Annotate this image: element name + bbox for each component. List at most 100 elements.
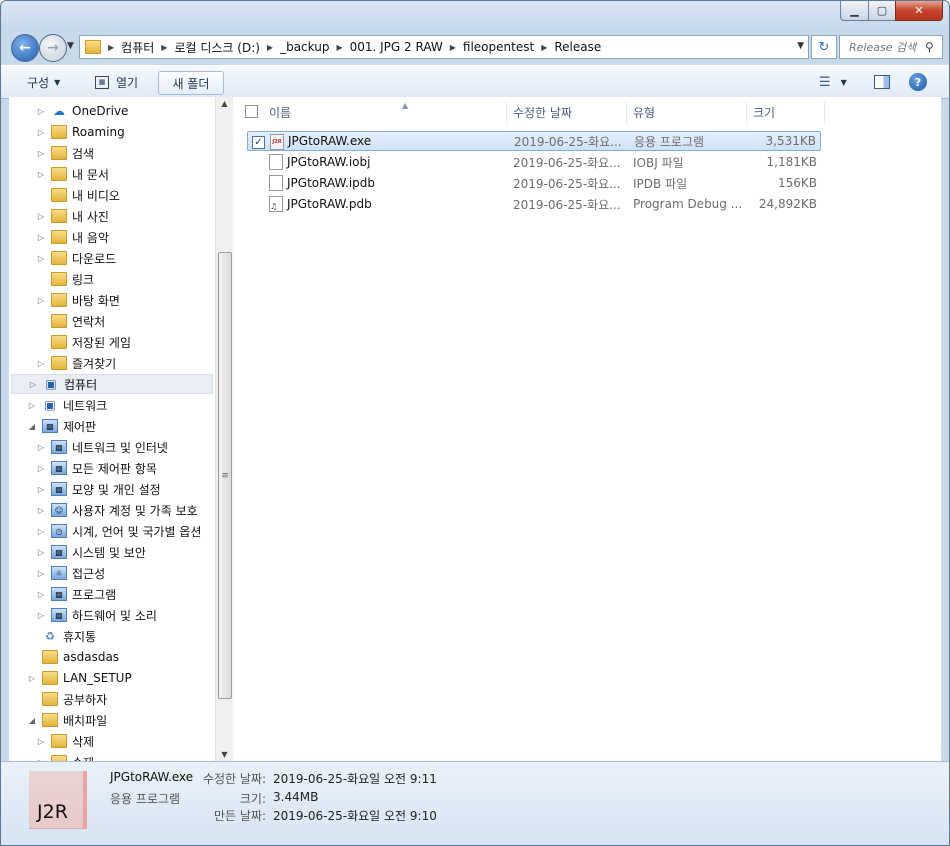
file-list[interactable]: 이름 ▲ 수정한 날짜 유형 크기 ✓ J2R JPGtoRAW.exe 2019-0…: [233, 97, 941, 761]
column-header-type[interactable]: 유형: [627, 101, 747, 123]
breadcrumb-arrow-icon[interactable]: ▶: [329, 43, 349, 52]
file-row[interactable]: ✓ J2R JPGtoRAW.exe 2019-06-25-화요... 응용 프로그램 3…: [247, 131, 821, 151]
sidebar-item[interactable]: ▷수제: [36, 752, 94, 761]
sidebar-item[interactable]: ▷ 다운로드: [36, 248, 116, 268]
sidebar-item[interactable]: ▷ 삭제: [36, 731, 94, 751]
address-history-dropdown[interactable]: ▼: [797, 41, 804, 51]
file-row[interactable]: JPGtoRAW.ipdb 2019-06-25-화요... IPDB 파일 156K…: [247, 173, 821, 193]
expand-arrow-icon[interactable]: ▷: [36, 296, 46, 305]
sidebar-item[interactable]: ▷ 바탕 화면: [36, 290, 120, 310]
sidebar-item[interactable]: ▷ 검색: [36, 143, 94, 163]
column-header-modified[interactable]: 수정한 날짜: [507, 101, 627, 123]
refresh-button[interactable]: ↻: [811, 35, 837, 59]
sidebar-item[interactable]: ▷ 내 사진: [36, 206, 109, 226]
expand-arrow-icon[interactable]: ▷: [36, 611, 46, 620]
breadcrumb-local-disk[interactable]: 로컬 디스크 (D:): [174, 36, 259, 58]
expand-arrow-icon[interactable]: ▷: [36, 590, 46, 599]
sidebar-item[interactable]: ◢ 배치파일: [27, 710, 107, 730]
expand-arrow-icon[interactable]: ▷: [36, 128, 46, 137]
expand-arrow-icon[interactable]: ▷: [36, 359, 46, 368]
sidebar-item[interactable]: ▷ 즐겨찾기: [36, 353, 116, 373]
breadcrumb-jpg2raw[interactable]: 001. JPG 2 RAW: [350, 36, 443, 58]
expand-arrow-icon[interactable]: ▷: [36, 485, 46, 494]
address-bar[interactable]: ▶ 컴퓨터 ▶ 로컬 디스크 (D:) ▶ _backup ▶ 001. JPG…: [79, 35, 809, 59]
expand-arrow-icon[interactable]: ▷: [36, 464, 46, 473]
expand-arrow-icon[interactable]: ▷: [36, 170, 46, 179]
scroll-down-icon[interactable]: ▼: [216, 750, 233, 759]
navigation-scrollbar[interactable]: ▲ ≡ ▼: [215, 97, 233, 761]
expand-arrow-icon[interactable]: ▷: [27, 674, 37, 683]
sidebar-item[interactable]: ♻ 휴지통: [27, 626, 96, 646]
sidebar-item[interactable]: ▷ ◷ 시계, 언어 및 국가별 옵션: [36, 521, 201, 541]
sidebar-item[interactable]: 공부하자: [27, 689, 107, 709]
sidebar-item[interactable]: ▷ ▩ 네트워크 및 인터넷: [36, 437, 168, 457]
breadcrumb-arrow-icon[interactable]: ▶: [101, 43, 121, 52]
breadcrumb-computer[interactable]: 컴퓨터: [121, 36, 154, 58]
close-button[interactable]: ✕: [895, 1, 943, 21]
sidebar-item[interactable]: ▷ ▣ 컴퓨터: [11, 374, 213, 394]
search-box[interactable]: ⚲: [839, 35, 943, 59]
breadcrumb-arrow-icon[interactable]: ▶: [443, 43, 463, 52]
row-checkbox[interactable]: ✓: [252, 136, 265, 149]
expand-arrow-icon[interactable]: ▷: [36, 737, 46, 746]
sidebar-item[interactable]: ▷ ☼ 접근성: [36, 563, 105, 583]
breadcrumb-release[interactable]: Release: [554, 36, 601, 58]
open-button[interactable]: ▦ 열기: [95, 71, 138, 93]
sidebar-item[interactable]: ▷ LAN_SETUP: [27, 668, 132, 688]
file-row[interactable]: ♫ JPGtoRAW.pdb 2019-06-25-화요... Program Deb…: [247, 194, 821, 214]
search-input[interactable]: [840, 40, 925, 54]
sidebar-item[interactable]: ▷ ▩ 프로그램: [36, 584, 116, 604]
sidebar-item[interactable]: ▷ ▩ 하드웨어 및 소리: [36, 605, 157, 625]
expand-arrow-icon[interactable]: ▷: [36, 212, 46, 221]
expand-arrow-icon[interactable]: ▷: [36, 149, 46, 158]
expand-arrow-icon[interactable]: ◢: [27, 716, 37, 725]
scroll-up-icon[interactable]: ▲: [216, 99, 233, 108]
sidebar-item[interactable]: ◢ ▩ 제어판: [27, 416, 96, 436]
file-row[interactable]: JPGtoRAW.iobj 2019-06-25-화요... IOBJ 파일 1,18…: [247, 152, 821, 172]
sidebar-item[interactable]: ▷ ▩ 모양 및 개인 설정: [36, 479, 161, 499]
change-view-button[interactable]: ☰ ▼: [819, 71, 847, 93]
navigation-pane[interactable]: ▷ ☁ OneDrive ▷ Roaming ▷ 검색 ▷ 내 문서 내 비디오 ▷ 내 사진 ▷ 내 음…: [9, 97, 215, 761]
sidebar-item[interactable]: 저장된 게임: [36, 332, 131, 352]
scrollbar-thumb[interactable]: ≡: [218, 252, 232, 699]
expand-arrow-icon[interactable]: ▷: [27, 401, 37, 410]
new-folder-button[interactable]: 새 폴더: [158, 71, 224, 95]
breadcrumb-arrow-icon[interactable]: ▶: [260, 43, 280, 52]
sidebar-item[interactable]: ▷ 내 음악: [36, 227, 109, 247]
organize-button[interactable]: 구성 ▼: [27, 71, 60, 93]
column-header-name[interactable]: 이름 ▲: [263, 101, 507, 123]
sidebar-item[interactable]: asdasdas: [27, 647, 119, 667]
column-header-size[interactable]: 크기: [747, 101, 825, 123]
expand-arrow-icon[interactable]: ▷: [36, 233, 46, 242]
sidebar-item[interactable]: 링크: [36, 269, 94, 289]
forward-button[interactable]: →: [39, 34, 67, 62]
sidebar-item[interactable]: ▷ ▩ 시스템 및 보안: [36, 542, 146, 562]
sidebar-item[interactable]: ▷ ▩ 모든 제어판 항목: [36, 458, 157, 478]
expand-arrow-icon[interactable]: ▷: [36, 107, 46, 116]
sidebar-item[interactable]: 연락처: [36, 311, 105, 331]
help-button[interactable]: ?: [909, 73, 927, 91]
expand-arrow-icon[interactable]: ▷: [36, 569, 46, 578]
breadcrumb-backup[interactable]: _backup: [280, 36, 329, 58]
maximize-button[interactable]: ▢: [868, 1, 896, 21]
select-all-checkbox[interactable]: [245, 105, 258, 118]
sidebar-item[interactable]: 내 비디오: [36, 185, 120, 205]
minimize-button[interactable]: ▁: [840, 1, 869, 21]
expand-arrow-icon[interactable]: ▷: [28, 380, 38, 389]
sidebar-item[interactable]: ▷ Roaming: [36, 122, 125, 142]
breadcrumb-fileopentest[interactable]: fileopentest: [463, 36, 534, 58]
sidebar-item[interactable]: ▷ ▣ 네트워크: [27, 395, 107, 415]
expand-arrow-icon[interactable]: ▷: [36, 527, 46, 536]
sidebar-item[interactable]: ▷ 내 문서: [36, 164, 109, 184]
breadcrumb-arrow-icon[interactable]: ▶: [154, 43, 174, 52]
expand-arrow-icon[interactable]: ▷: [36, 506, 46, 515]
expand-arrow-icon[interactable]: ▷: [36, 443, 46, 452]
recent-pages-dropdown[interactable]: ▼: [67, 41, 74, 51]
preview-pane-button[interactable]: [874, 71, 890, 93]
expand-arrow-icon[interactable]: ▷: [36, 254, 46, 263]
sidebar-item[interactable]: ▷ ☺ 사용자 계정 및 가족 보호: [36, 500, 198, 520]
expand-arrow-icon[interactable]: ▷: [36, 548, 46, 557]
sidebar-item[interactable]: ▷ ☁ OneDrive: [36, 101, 129, 121]
back-button[interactable]: ←: [11, 34, 39, 62]
expand-arrow-icon[interactable]: ◢: [27, 422, 37, 431]
